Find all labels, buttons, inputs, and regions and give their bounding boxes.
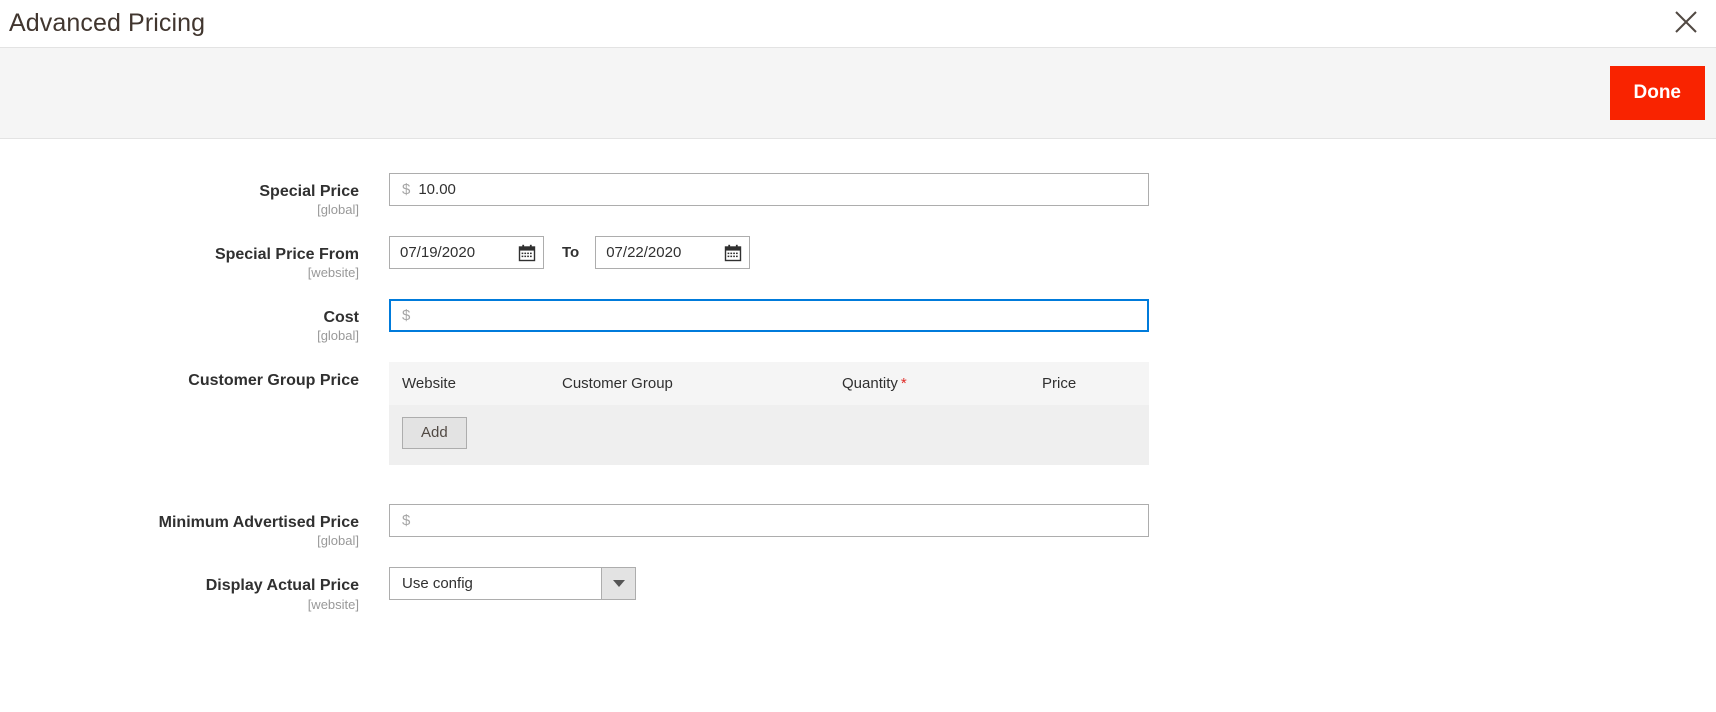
calendar-icon[interactable] — [518, 244, 536, 262]
special-price-label-group: Special Price [global] — [0, 173, 389, 219]
minimum-advertised-price-label: Minimum Advertised Price — [0, 513, 359, 532]
display-actual-price-control: Use config — [389, 567, 1716, 600]
chevron-down-icon[interactable] — [601, 568, 635, 599]
field-special-price-from: Special Price From [website] — [0, 236, 1716, 282]
special-price-from-input[interactable] — [390, 244, 508, 261]
special-price-from-control: To — [389, 236, 1716, 269]
minimum-advertised-price-input[interactable] — [416, 505, 1148, 536]
cost-scope: [global] — [0, 328, 359, 345]
display-actual-price-label-group: Display Actual Price [website] — [0, 567, 389, 613]
special-price-to-date-wrap[interactable] — [595, 236, 750, 269]
currency-symbol: $ — [390, 174, 416, 205]
page-title: Advanced Pricing — [0, 11, 205, 36]
minimum-advertised-price-scope: [global] — [0, 533, 359, 550]
special-price-input-wrap[interactable]: $ — [389, 173, 1149, 206]
table-foot: Add — [389, 405, 1149, 465]
special-price-scope: [global] — [0, 202, 359, 219]
currency-symbol: $ — [390, 505, 416, 536]
table-footer-cell: Add — [389, 405, 1149, 465]
special-price-from-scope: [website] — [0, 265, 359, 282]
column-header-website: Website — [389, 362, 549, 405]
cost-label: Cost — [0, 308, 359, 327]
display-actual-price-select[interactable]: Use config — [389, 567, 636, 600]
special-price-from-label-group: Special Price From [website] — [0, 236, 389, 282]
form-spacer — [0, 482, 1716, 504]
required-asterisk: * — [901, 375, 907, 392]
field-special-price: Special Price [global] $ — [0, 173, 1716, 219]
special-price-from-date-wrap[interactable] — [389, 236, 544, 269]
close-button[interactable] — [1666, 2, 1706, 42]
special-price-to-input[interactable] — [596, 244, 714, 261]
modal-action-bar: Done — [0, 47, 1716, 139]
customer-group-price-control: Website Customer Group Quantity* Price — [389, 362, 1716, 465]
currency-symbol: $ — [390, 300, 416, 331]
table-head: Website Customer Group Quantity* Price — [389, 362, 1149, 405]
customer-group-price-table: Website Customer Group Quantity* Price — [389, 362, 1149, 465]
special-price-control: $ — [389, 173, 1716, 206]
column-header-quantity: Quantity* — [829, 362, 1029, 405]
customer-group-price-label-group: Customer Group Price — [0, 362, 389, 390]
special-price-input[interactable] — [416, 174, 1148, 205]
modal-titlebar: Advanced Pricing — [0, 0, 1716, 47]
column-label-customer-group: Customer Group — [562, 375, 673, 392]
close-icon — [1673, 9, 1699, 35]
customer-group-price-label: Customer Group Price — [0, 371, 359, 390]
table-header-row: Website Customer Group Quantity* Price — [389, 362, 1149, 405]
display-actual-price-label: Display Actual Price — [0, 576, 359, 595]
field-cost: Cost [global] $ — [0, 299, 1716, 345]
date-range-row: To — [389, 236, 1716, 269]
cost-input-wrap[interactable]: $ — [389, 299, 1149, 332]
add-row-button[interactable]: Add — [402, 417, 467, 449]
column-header-customer-group: Customer Group — [549, 362, 829, 405]
minimum-advertised-price-control: $ — [389, 504, 1716, 537]
table-footer-row: Add — [389, 405, 1149, 465]
done-button[interactable]: Done — [1610, 66, 1706, 120]
cost-label-group: Cost [global] — [0, 299, 389, 345]
special-price-label: Special Price — [0, 182, 359, 201]
cost-input[interactable] — [416, 300, 1148, 331]
field-display-actual-price: Display Actual Price [website] Use confi… — [0, 567, 1716, 613]
column-label-website: Website — [402, 375, 456, 392]
date-range-separator: To — [562, 244, 579, 261]
cost-control: $ — [389, 299, 1716, 332]
column-label-price: Price — [1042, 375, 1076, 392]
field-minimum-advertised-price: Minimum Advertised Price [global] $ — [0, 504, 1716, 550]
field-customer-group-price: Customer Group Price Website Customer Gr… — [0, 362, 1716, 465]
column-header-price: Price — [1029, 362, 1149, 405]
minimum-advertised-price-input-wrap[interactable]: $ — [389, 504, 1149, 537]
display-actual-price-scope: [website] — [0, 597, 359, 614]
advanced-pricing-form: Special Price [global] $ Special Price F… — [0, 139, 1716, 613]
special-price-from-label: Special Price From — [0, 245, 359, 264]
display-actual-price-selected-value: Use config — [390, 568, 601, 599]
calendar-icon[interactable] — [724, 244, 742, 262]
column-label-quantity: Quantity — [842, 375, 898, 392]
minimum-advertised-price-label-group: Minimum Advertised Price [global] — [0, 504, 389, 550]
